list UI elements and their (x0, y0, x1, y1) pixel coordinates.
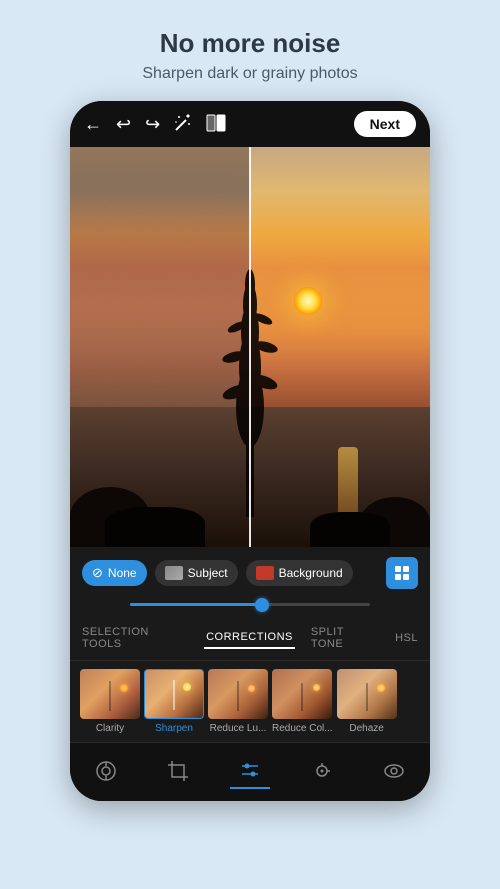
slider-row (70, 599, 430, 616)
sharpen-thumb (144, 669, 204, 719)
background-icon (256, 566, 274, 580)
nav-presets[interactable] (86, 753, 126, 789)
background-label: Background (279, 566, 343, 580)
clarity-label: Clarity (96, 723, 124, 734)
photo-divider[interactable] (249, 147, 251, 547)
clarity-thumb (80, 669, 140, 719)
reduce-lu-label: Reduce Lu... (210, 723, 267, 734)
nav-view[interactable] (374, 753, 414, 789)
top-bar-left-icons: ← ↩ ↪ (84, 114, 226, 135)
sun (294, 287, 322, 315)
next-button[interactable]: Next (354, 111, 416, 137)
none-icon: ⊘ (92, 565, 103, 581)
undo-button[interactable]: ↩ (116, 115, 131, 133)
bush-center-right (310, 512, 390, 547)
selection-chips: ⊘ None Subject Background (82, 560, 353, 586)
tab-hsl[interactable]: HSL (393, 628, 420, 648)
tab-split-tone[interactable]: SPLIT TONE (309, 622, 379, 654)
tab-corrections[interactable]: CORRECTIONS (204, 627, 295, 649)
compare-button[interactable] (206, 114, 226, 135)
slider-fill (130, 603, 262, 606)
none-chip[interactable]: ⊘ None (82, 560, 147, 586)
dehaze-thumb (337, 669, 397, 719)
nav-healing[interactable] (302, 753, 342, 789)
subject-label: Subject (188, 566, 228, 580)
subject-icon (165, 566, 183, 580)
background-chip[interactable]: Background (246, 560, 353, 586)
redo-button[interactable]: ↪ (145, 115, 160, 133)
page-title: No more noise (142, 28, 357, 59)
adjustment-slider[interactable] (130, 603, 370, 606)
subject-chip[interactable]: Subject (155, 560, 238, 586)
bottom-nav (70, 742, 430, 801)
tool-clarity[interactable]: Clarity (80, 669, 140, 734)
nav-adjustments[interactable] (230, 753, 270, 789)
none-label: None (108, 566, 137, 580)
tool-sharpen[interactable]: Sharpen (144, 669, 204, 734)
bush-center-left (105, 507, 205, 547)
phone-shell: ← ↩ ↪ Next (70, 101, 430, 801)
slider-thumb[interactable] (255, 598, 269, 612)
tool-dehaze[interactable]: Dehaze (337, 669, 397, 734)
tool-reduce-col[interactable]: Reduce Col... (272, 669, 333, 734)
tools-scroll: Clarity Sharpen Reduce Lu... Reduce Col.… (70, 661, 430, 742)
reduce-lu-thumb (208, 669, 268, 719)
page-subtitle: Sharpen dark or grainy photos (142, 65, 357, 83)
tabs-row: SELECTION TOOLS CORRECTIONS SPLIT TONE H… (70, 616, 430, 661)
wand-button[interactable] (174, 114, 192, 135)
selection-bar: ⊘ None Subject Background (70, 547, 430, 599)
tab-selection-tools[interactable]: SELECTION TOOLS (80, 622, 190, 654)
reduce-col-thumb (272, 669, 332, 719)
layers-button[interactable] (386, 557, 418, 589)
tool-reduce-lu[interactable]: Reduce Lu... (208, 669, 268, 734)
top-bar: ← ↩ ↪ Next (70, 101, 430, 147)
reduce-col-label: Reduce Col... (272, 723, 333, 734)
sharpen-label: Sharpen (155, 723, 193, 734)
photo-editor (70, 147, 430, 547)
dehaze-label: Dehaze (349, 723, 383, 734)
back-button[interactable]: ← (84, 115, 102, 133)
nav-crop[interactable] (158, 753, 198, 789)
